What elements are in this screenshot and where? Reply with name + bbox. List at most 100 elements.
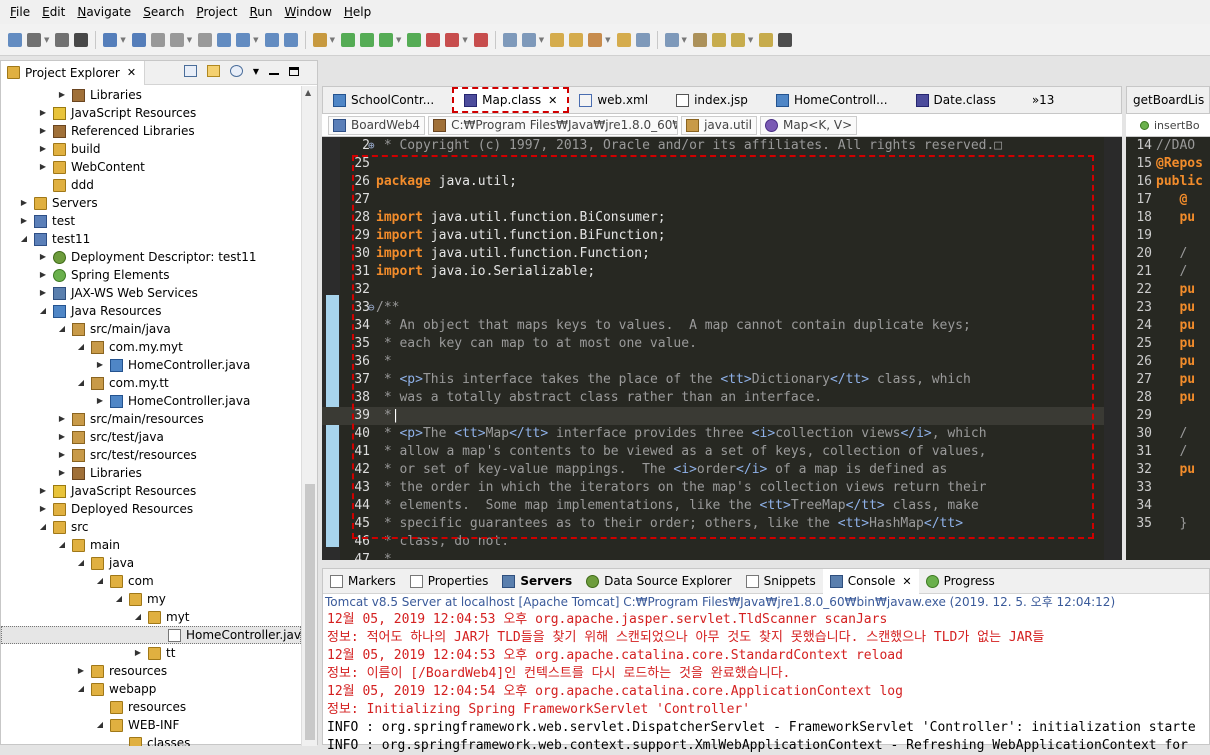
tree-item[interactable]: ◢ test11 bbox=[1, 230, 301, 248]
project-explorer-tab[interactable]: Project Explorer ✕ bbox=[1, 60, 146, 85]
resume-icon[interactable] bbox=[150, 32, 165, 47]
expanded-arrow-icon[interactable]: ◢ bbox=[37, 518, 49, 536]
tree-item[interactable]: ◢ myt bbox=[1, 608, 301, 626]
toggle-icon[interactable] bbox=[103, 32, 118, 47]
external-tools-icon[interactable] bbox=[407, 32, 422, 47]
open-task-icon[interactable] bbox=[569, 32, 584, 47]
tree-item[interactable]: ▶ Servers bbox=[1, 194, 301, 212]
chevron-down-icon[interactable]: ▼ bbox=[396, 36, 401, 44]
collapse-all-icon[interactable] bbox=[183, 65, 197, 77]
menu-help[interactable]: Help bbox=[338, 0, 377, 24]
console-tab-properties[interactable]: Properties bbox=[403, 569, 496, 594]
tree-item[interactable]: resources bbox=[1, 698, 301, 716]
tree-item[interactable]: ▶ Spring Elements bbox=[1, 266, 301, 284]
tree-item[interactable]: ▶ tt bbox=[1, 644, 301, 662]
tree-item[interactable]: ▶ test bbox=[1, 212, 301, 230]
tree-item[interactable]: ◢ src/main/java bbox=[1, 320, 301, 338]
tree-item[interactable]: ◢ Java Resources bbox=[1, 302, 301, 320]
expanded-arrow-icon[interactable]: ◢ bbox=[113, 590, 125, 608]
view-menu-icon[interactable] bbox=[229, 65, 243, 77]
chevron-down-icon[interactable]: ▼ bbox=[120, 36, 125, 44]
profile-icon[interactable] bbox=[74, 32, 89, 47]
chevron-down-icon[interactable]: ▼ bbox=[253, 67, 259, 76]
breadcrumb-item[interactable]: java.util bbox=[681, 115, 758, 135]
editor-scrollbar[interactable] bbox=[1104, 137, 1122, 560]
step-over-icon[interactable] bbox=[264, 32, 279, 47]
tree-item[interactable]: ◢ my bbox=[1, 590, 301, 608]
chevron-down-icon[interactable]: ▼ bbox=[462, 36, 467, 44]
expanded-arrow-icon[interactable]: ◢ bbox=[94, 572, 106, 590]
tree-item[interactable]: ▶ src/test/java bbox=[1, 428, 301, 446]
console-tab-markers[interactable]: Markers bbox=[323, 569, 403, 594]
breadcrumb-item[interactable]: BoardWeb4 bbox=[328, 115, 426, 135]
chevron-down-icon[interactable]: ▼ bbox=[539, 36, 544, 44]
collapsed-arrow-icon[interactable]: ▶ bbox=[37, 122, 49, 140]
chevron-down-icon[interactable]: ▼ bbox=[253, 36, 258, 44]
maximize-icon[interactable] bbox=[289, 66, 299, 76]
collapsed-arrow-icon[interactable]: ▶ bbox=[18, 212, 30, 230]
menu-run[interactable]: Run bbox=[243, 0, 278, 24]
tree-item[interactable]: ◢ com.my.myt bbox=[1, 338, 301, 356]
tree-item[interactable]: ▶ Referenced Libraries bbox=[1, 122, 301, 140]
save-all-icon[interactable] bbox=[55, 32, 70, 47]
secondary-editor-tab[interactable]: getBoardLis bbox=[1133, 93, 1204, 107]
step-into-icon[interactable] bbox=[236, 32, 251, 47]
toggle-view-icon[interactable] bbox=[312, 32, 327, 47]
open-type-icon[interactable] bbox=[550, 32, 565, 47]
tree-item[interactable]: ◢ com bbox=[1, 572, 301, 590]
editor-tab[interactable]: Map.class ✕ bbox=[452, 87, 570, 113]
close-icon[interactable]: ✕ bbox=[902, 575, 911, 588]
tree-item[interactable]: classes bbox=[1, 734, 301, 746]
tree-item[interactable]: ▶ WebContent bbox=[1, 158, 301, 176]
collapsed-arrow-icon[interactable]: ▶ bbox=[37, 266, 49, 284]
menu-edit[interactable]: Edit bbox=[36, 0, 71, 24]
chevron-down-icon[interactable]: ▼ bbox=[44, 36, 49, 44]
step-return-icon[interactable] bbox=[283, 32, 298, 47]
editor-tab[interactable]: Date.class bbox=[906, 87, 1006, 113]
link-with-editor-icon[interactable] bbox=[206, 65, 220, 77]
collapsed-arrow-icon[interactable]: ▶ bbox=[56, 446, 68, 464]
tree-item[interactable]: ▶ JavaScript Resources bbox=[1, 104, 301, 122]
code-view[interactable]: 2 ⊕ * Copyright (c) 1997, 2013, Oracle an… bbox=[322, 137, 1104, 560]
collapsed-arrow-icon[interactable]: ▶ bbox=[56, 410, 68, 428]
collapsed-arrow-icon[interactable]: ▶ bbox=[56, 428, 68, 446]
tree-item[interactable]: ▶ JavaScript Resources bbox=[1, 482, 301, 500]
suspend-icon[interactable] bbox=[169, 32, 184, 47]
tree-item[interactable]: ▶ Deployed Resources bbox=[1, 500, 301, 518]
tree-item[interactable]: ◢ src bbox=[1, 518, 301, 536]
new-icon[interactable] bbox=[8, 32, 22, 47]
console-tab-data-source-explorer[interactable]: Data Source Explorer bbox=[579, 569, 738, 594]
collapsed-arrow-icon[interactable]: ▶ bbox=[37, 500, 49, 518]
next-edit-icon[interactable] bbox=[711, 32, 726, 47]
expanded-arrow-icon[interactable]: ◢ bbox=[94, 716, 106, 734]
new-class-icon[interactable] bbox=[521, 32, 536, 47]
tree-item[interactable]: ◢ com.my.tt bbox=[1, 374, 301, 392]
tree-item[interactable]: ▶ resources bbox=[1, 662, 301, 680]
fold-icon[interactable]: ⊖ bbox=[368, 299, 375, 317]
skip-breakpoints-icon[interactable] bbox=[131, 32, 146, 47]
run-icon[interactable] bbox=[359, 32, 374, 47]
console-tab-snippets[interactable]: Snippets bbox=[739, 569, 823, 594]
tree-item[interactable]: ▶ HomeController.java bbox=[1, 392, 301, 410]
save-icon[interactable] bbox=[27, 32, 41, 47]
forward-icon[interactable] bbox=[759, 32, 774, 47]
publish-icon[interactable] bbox=[473, 32, 488, 47]
tree-item[interactable]: ▶ src/test/resources bbox=[1, 446, 301, 464]
close-icon[interactable]: ✕ bbox=[548, 94, 557, 107]
explorer-scrollbar[interactable]: ▲ bbox=[301, 86, 317, 746]
minimize-icon[interactable] bbox=[269, 73, 279, 75]
console-tab-progress[interactable]: Progress bbox=[919, 569, 1002, 594]
disconnect-icon[interactable] bbox=[217, 32, 232, 47]
tree-item[interactable]: HomeController.java bbox=[1, 626, 301, 644]
console-tab-console[interactable]: Console ✕ bbox=[822, 568, 919, 594]
collapsed-arrow-icon[interactable]: ▶ bbox=[37, 158, 49, 176]
tree-item[interactable]: ▶ Deployment Descriptor: test11 bbox=[1, 248, 301, 266]
collapsed-arrow-icon[interactable]: ▶ bbox=[18, 194, 30, 212]
collapsed-arrow-icon[interactable]: ▶ bbox=[132, 644, 144, 662]
new-server-icon[interactable] bbox=[502, 32, 517, 47]
menu-navigate[interactable]: Navigate bbox=[71, 0, 137, 24]
editor-tab[interactable]: HomeControll... bbox=[766, 87, 898, 113]
breadcrumb-item[interactable]: C:₩Program Files₩Java₩jre1.8.0_60₩lib₩rt… bbox=[428, 115, 679, 135]
editor-tab[interactable]: web.xml bbox=[569, 87, 658, 113]
server-stop-icon[interactable] bbox=[445, 32, 460, 47]
